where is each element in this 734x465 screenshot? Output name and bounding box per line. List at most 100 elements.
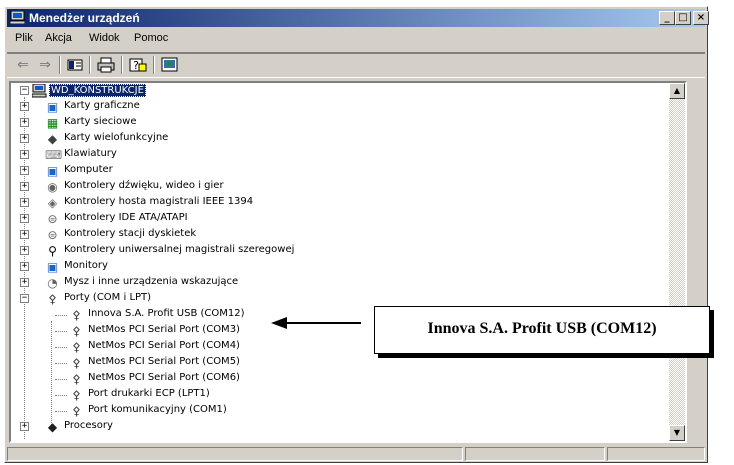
tree-item-label: Karty sieciowe [64,116,137,127]
menu-widok[interactable]: Widok [89,32,120,44]
mouse-icon: ◔ [47,276,58,290]
tree-connector [55,347,67,348]
computer-icon [10,11,25,24]
expand-toggle[interactable]: + [20,102,29,111]
tree-item-label: Karty graficzne [64,100,140,111]
expand-toggle[interactable]: + [20,182,29,191]
callout-box: Innova S.A. Profit USB (COM12) [374,306,710,354]
tree-connector [55,363,67,364]
collapse-toggle[interactable]: − [20,86,29,95]
callout-arrow [285,322,361,324]
tree-connector [55,395,67,396]
tree-item-label: Kontrolery dźwięku, wideo i gier [64,180,224,191]
keyboard-icon: ⌨ [45,148,63,162]
toolbar-separator [59,56,61,74]
vertical-scrollbar[interactable]: ▲ ▼ [669,83,685,441]
port-label: Port komunikacyjny (COM1) [88,404,227,415]
computer-icon [32,84,47,98]
tree-root-label[interactable]: WD_KONSTRUKCJE [49,84,146,97]
menu-pomoc[interactable]: Pomoc [134,32,168,44]
port-icon: ⚴ [72,324,81,338]
expand-toggle[interactable]: + [20,134,29,143]
sound-icon: ◉ [47,180,58,194]
status-bar [7,446,705,462]
port-label: Port drukarki ECP (LPT1) [88,388,210,399]
multifunction-card-icon: ◆ [47,132,58,146]
back-arrow-icon[interactable]: ⇐ [15,56,31,74]
computer-icon: ▣ [46,164,59,178]
expand-toggle[interactable]: + [20,278,29,287]
port-icon: ⚴ [72,388,81,402]
expand-toggle[interactable]: + [20,262,29,271]
tree-connector [55,331,67,332]
expand-toggle[interactable]: + [20,246,29,255]
status-panel [607,447,705,461]
network-card-icon: ▦ [46,116,59,130]
usb-icon: ⚲ [48,244,57,258]
tree-item-label: Komputer [64,164,113,175]
expand-toggle[interactable]: + [20,422,29,431]
scroll-down-button[interactable]: ▼ [669,425,685,441]
callout-text: Innova S.A. Profit USB (COM12) [427,320,657,337]
callout-arrow-head [271,317,287,329]
print-icon[interactable] [97,56,115,74]
port-label: NetMos PCI Serial Port (COM3) [88,324,240,335]
toolbar-separator [89,56,91,74]
expand-toggle[interactable]: + [20,166,29,175]
toolbar: ⇐ ⇒ ? [7,52,705,78]
minimize-button[interactable]: _ [659,11,675,25]
tree-item-label: Kontrolery hosta magistrali IEEE 1394 [64,196,254,207]
processor-icon: ◆ [47,420,58,434]
status-panel [465,447,605,461]
forward-arrow-icon[interactable]: ⇒ [37,56,53,74]
tree-item-label: Kontrolery stacji dyskietek [64,228,197,239]
window-title: Menedżer urządzeń [29,11,140,25]
port-icon: ⚴ [72,372,81,386]
tree-connector [51,321,52,425]
port-icon: ⚴ [48,292,57,306]
tree-item-label: Procesory [64,420,113,431]
tree-connector [55,379,67,380]
toolbar-separator [153,56,155,74]
menu-plik[interactable]: Plik [15,32,33,44]
expand-toggle[interactable]: + [20,150,29,159]
expand-toggle[interactable]: + [20,198,29,207]
disk-controller-icon: ⊜ [47,212,58,226]
expand-toggle[interactable]: + [20,118,29,127]
port-icon: ⚴ [72,404,81,418]
expand-toggle[interactable]: + [20,214,29,223]
tree-connector [55,411,67,412]
tree-item-label: Klawiatury [64,148,117,159]
device-tree[interactable]: − WD_KONSTRUKCJE + ▣ Karty graficzne + ▦… [9,81,687,443]
port-label: Innova S.A. Profit USB (COM12) [88,308,245,319]
close-button[interactable]: × [693,11,709,25]
device-manager-window: Menedżer urządzeń _ □ × Plik Akcja Widok… [4,6,709,463]
tree-item-label: Mysz i inne urządzenia wskazujące [64,276,239,287]
svg-text:?: ? [133,59,139,72]
status-panel [7,447,463,461]
update-icon[interactable] [161,56,179,74]
tree-item-label: Kontrolery IDE ATA/ATAPI [64,212,188,223]
port-label: NetMos PCI Serial Port (COM5) [88,356,240,367]
monitor-icon: ▣ [46,260,59,274]
port-icon: ⚴ [72,340,81,354]
tree-item-label: Porty (COM i LPT) [64,292,152,303]
expand-toggle[interactable]: + [20,230,29,239]
tree-item-label: Kontrolery uniwersalnej magistrali szere… [64,244,295,255]
help-icon[interactable]: ? [129,56,147,74]
tree-connector [55,315,67,316]
properties-icon[interactable] [67,56,83,74]
collapse-toggle[interactable]: − [20,294,29,303]
scroll-up-button[interactable]: ▲ [669,83,685,99]
floppy-controller-icon: ⊜ [47,228,58,242]
menu-akcja[interactable]: Akcja [45,32,72,44]
controller-icon: ◈ [47,196,58,210]
port-icon: ⚴ [72,308,81,322]
port-label: NetMos PCI Serial Port (COM4) [88,340,240,351]
maximize-button[interactable]: □ [675,11,691,25]
display-adapter-icon: ▣ [46,100,59,114]
port-icon: ⚴ [72,356,81,370]
tree-item-label: Monitory [64,260,108,271]
menu-bar: Plik Akcja Widok Pomoc [7,29,705,49]
title-bar[interactable]: Menedżer urządzeń _ □ × [7,9,709,27]
